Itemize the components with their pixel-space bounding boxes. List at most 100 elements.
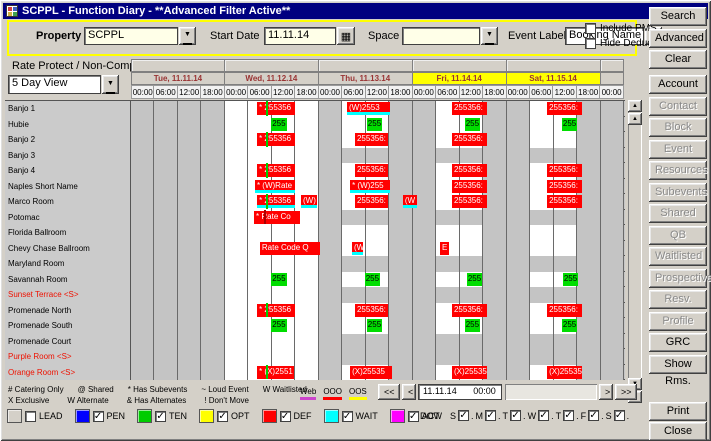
grid-cell[interactable] [131, 303, 154, 319]
grid-cell[interactable] [483, 148, 506, 164]
grid-cell[interactable] [366, 349, 389, 365]
nav-prev-button[interactable]: < [402, 384, 416, 400]
grid-cell[interactable] [507, 303, 530, 319]
grid-cell[interactable] [601, 132, 624, 148]
grid-cell[interactable] [154, 241, 177, 257]
grid-cell[interactable] [389, 334, 412, 350]
property-combo[interactable]: SCPPL [84, 27, 178, 45]
event-block[interactable]: 255356: [547, 195, 582, 208]
grid-cell[interactable] [319, 101, 342, 117]
grid-cell[interactable] [248, 334, 271, 350]
grid-cell[interactable] [178, 241, 201, 257]
grid-cell[interactable] [530, 334, 553, 350]
grid-cell[interactable] [507, 225, 530, 241]
grid-cell[interactable] [577, 132, 600, 148]
grid-cell[interactable] [366, 334, 389, 350]
grid-cell[interactable] [154, 194, 177, 210]
grid-cell[interactable] [601, 365, 624, 381]
event-block[interactable]: 255 [563, 273, 578, 286]
dow-checkbox[interactable]: ✓ [588, 410, 599, 421]
room-label[interactable]: Florida Ballroom [5, 225, 131, 241]
type-checkbox[interactable]: ✓ [280, 411, 291, 422]
grid-cell[interactable] [413, 365, 436, 381]
grid-cell[interactable] [554, 287, 577, 303]
grid-cell[interactable] [530, 225, 553, 241]
room-label[interactable]: Promenade South [5, 318, 131, 334]
grid-cell[interactable] [295, 101, 318, 117]
grid-cell[interactable] [507, 256, 530, 272]
grid-cell[interactable] [295, 272, 318, 288]
print-button[interactable]: Print [649, 402, 707, 421]
grid-cell[interactable] [601, 303, 624, 319]
grid-cell[interactable] [319, 365, 342, 381]
grid-cell[interactable] [295, 225, 318, 241]
grid-cell[interactable] [131, 210, 154, 226]
grid-cell[interactable] [554, 349, 577, 365]
room-label[interactable]: Purple Room <S> [5, 349, 131, 365]
grid-cell[interactable] [272, 256, 295, 272]
grid-cell[interactable] [366, 210, 389, 226]
event-block[interactable]: 255 [365, 273, 380, 286]
grid-cell[interactable] [272, 334, 295, 350]
grid-cell[interactable] [178, 365, 201, 381]
nav-last-button[interactable]: >> [615, 384, 637, 400]
grid-cell[interactable] [554, 210, 577, 226]
room-label[interactable]: Banjo 3 [5, 148, 131, 164]
grid-cell[interactable] [154, 101, 177, 117]
grid-cell[interactable] [201, 287, 224, 303]
grid-cell[interactable] [154, 349, 177, 365]
grid-cell[interactable] [248, 318, 271, 334]
grid-cell[interactable] [319, 194, 342, 210]
grid-cell[interactable] [413, 132, 436, 148]
event-block[interactable]: 255 [367, 319, 382, 332]
grid-cell[interactable] [389, 132, 412, 148]
grid-cell[interactable] [201, 163, 224, 179]
grid-cell[interactable] [507, 334, 530, 350]
room-label[interactable]: Sunset Terrace <S> [5, 287, 131, 303]
grid-cell[interactable] [342, 318, 365, 334]
grid-cell[interactable] [131, 117, 154, 133]
room-label[interactable]: Promenade Court [5, 334, 131, 350]
grid-cell[interactable] [460, 241, 483, 257]
grid-cell[interactable] [389, 256, 412, 272]
grid-cell[interactable] [507, 210, 530, 226]
grid-cell[interactable] [295, 318, 318, 334]
grid-cell[interactable] [530, 272, 553, 288]
grid-cell[interactable] [507, 194, 530, 210]
grid-cell[interactable] [225, 303, 248, 319]
grid-cell[interactable] [507, 117, 530, 133]
grid-cell[interactable] [577, 225, 600, 241]
hide-deduct-checkbox[interactable] [585, 38, 596, 49]
grid-cell[interactable] [389, 303, 412, 319]
grid-cell[interactable] [178, 101, 201, 117]
grid-cell[interactable] [483, 117, 506, 133]
grid-cell[interactable] [436, 210, 459, 226]
grid-cell[interactable] [319, 132, 342, 148]
grid-cell[interactable] [601, 287, 624, 303]
grid-cell[interactable] [601, 163, 624, 179]
grid-cell[interactable] [154, 287, 177, 303]
grid-cell[interactable] [483, 241, 506, 257]
grid-cell[interactable] [154, 132, 177, 148]
grid-cell[interactable] [248, 148, 271, 164]
grid-cell[interactable] [154, 148, 177, 164]
grid-cell[interactable] [601, 334, 624, 350]
grid-cell[interactable] [460, 256, 483, 272]
event-block[interactable]: * 255356 [257, 164, 295, 177]
advanced-button[interactable]: Advanced [649, 29, 707, 48]
event-block[interactable]: 255356: [355, 133, 388, 146]
event-block[interactable]: (W)2553 [347, 102, 390, 115]
grid-cell[interactable] [413, 210, 436, 226]
grid-cell[interactable] [201, 241, 224, 257]
grid-cell[interactable] [413, 101, 436, 117]
event-block[interactable]: 255356: [452, 102, 487, 115]
grid-cell[interactable] [507, 287, 530, 303]
grid-cell[interactable] [413, 272, 436, 288]
event-block[interactable]: (W) [301, 195, 317, 208]
grid-cell[interactable] [554, 132, 577, 148]
rate-protect-cell[interactable] [601, 59, 624, 72]
grid-cell[interactable] [413, 117, 436, 133]
grid-cell[interactable] [436, 334, 459, 350]
grid-cell[interactable] [154, 256, 177, 272]
event-block[interactable]: * 255356 [257, 102, 295, 115]
